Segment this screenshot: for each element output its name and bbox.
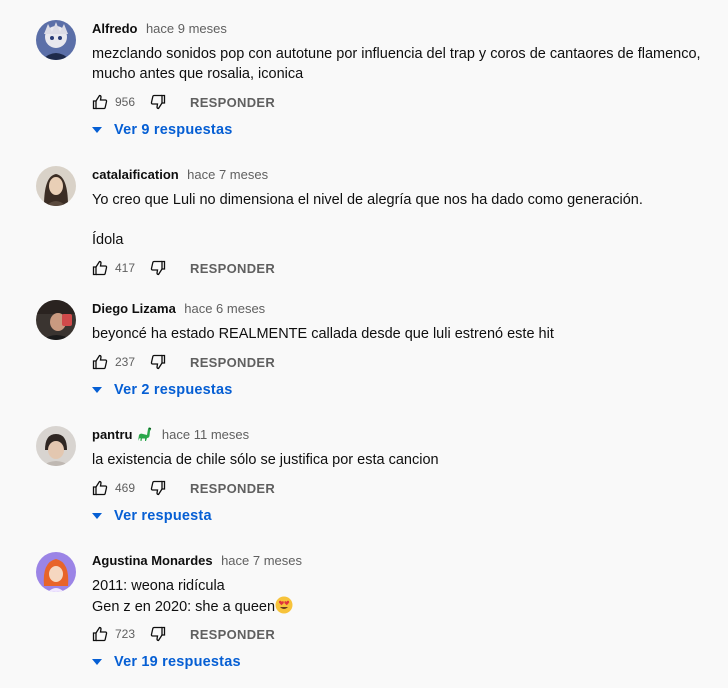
view-replies-label: Ver 19 respuestas [114, 654, 241, 670]
view-replies-button[interactable]: Ver 19 respuestas [92, 652, 241, 672]
comment-timestamp[interactable]: hace 6 meses [184, 301, 265, 316]
comment-text: la existencia de chile sólo se justifica… [92, 452, 439, 468]
like-icon[interactable] [92, 480, 108, 496]
like-count: 469 [115, 481, 136, 495]
like-count: 723 [115, 627, 136, 641]
like-icon[interactable] [92, 94, 108, 110]
comment-author[interactable]: Diego Lizama [92, 301, 176, 316]
reply-button[interactable]: RESPONDER [190, 481, 275, 496]
chevron-down-icon [92, 127, 102, 133]
like-count: 237 [115, 355, 136, 369]
comment-author[interactable]: Alfredo [92, 21, 138, 36]
avatar[interactable] [36, 166, 76, 206]
reply-button[interactable]: RESPONDER [190, 355, 275, 370]
comment-text: beyoncé ha estado REALMENTE callada desd… [92, 326, 554, 342]
comment-text: Yo creo que Luli no dimensiona el nivel … [92, 192, 643, 248]
comment-text: 2011: weona ridícula Gen z en 2020: she … [92, 576, 708, 620]
comment-timestamp[interactable]: hace 9 meses [146, 21, 227, 36]
avatar[interactable] [36, 20, 76, 60]
dislike-icon[interactable] [150, 354, 166, 370]
comment-author[interactable]: catalaification [92, 167, 179, 182]
reply-button[interactable]: RESPONDER [190, 95, 275, 110]
comment-timestamp[interactable]: hace 11 meses [162, 427, 249, 442]
like-icon[interactable] [92, 626, 108, 642]
like-icon[interactable] [92, 260, 108, 276]
view-replies-label: Ver 2 respuestas [114, 382, 233, 398]
comment-author[interactable]: pantru [92, 427, 132, 442]
dislike-icon[interactable] [150, 626, 166, 642]
avatar[interactable] [36, 426, 76, 466]
heart-eyes-icon [275, 596, 293, 620]
reply-button[interactable]: RESPONDER [190, 627, 275, 642]
view-replies-button[interactable]: Ver 9 respuestas [92, 120, 232, 140]
like-icon[interactable] [92, 354, 108, 370]
chevron-down-icon [92, 387, 102, 393]
comment-text: mezclando sonidos pop con autotune por i… [92, 46, 701, 82]
dinosaur-icon [135, 426, 153, 447]
avatar[interactable] [36, 300, 76, 340]
view-replies-label: Ver 9 respuestas [114, 122, 233, 138]
dislike-icon[interactable] [150, 480, 166, 496]
chevron-down-icon [92, 659, 102, 665]
view-replies-button[interactable]: Ver respuesta [92, 506, 212, 526]
view-replies-label: Ver respuesta [114, 508, 212, 524]
comment-timestamp[interactable]: hace 7 meses [187, 167, 268, 182]
view-replies-button[interactable]: Ver 2 respuestas [92, 380, 232, 400]
avatar[interactable] [36, 552, 76, 592]
comment-text-line: 2011: weona ridícula [92, 578, 225, 594]
chevron-down-icon [92, 513, 102, 519]
reply-button[interactable]: RESPONDER [190, 261, 275, 276]
like-count: 417 [115, 261, 136, 275]
comment-timestamp[interactable]: hace 7 meses [221, 553, 302, 568]
comment-author[interactable]: Agustina Monardes [92, 553, 213, 568]
dislike-icon[interactable] [150, 260, 166, 276]
comment-text-line: Gen z en 2020: she a queen [92, 599, 276, 615]
like-count: 956 [115, 95, 136, 109]
dislike-icon[interactable] [150, 94, 166, 110]
